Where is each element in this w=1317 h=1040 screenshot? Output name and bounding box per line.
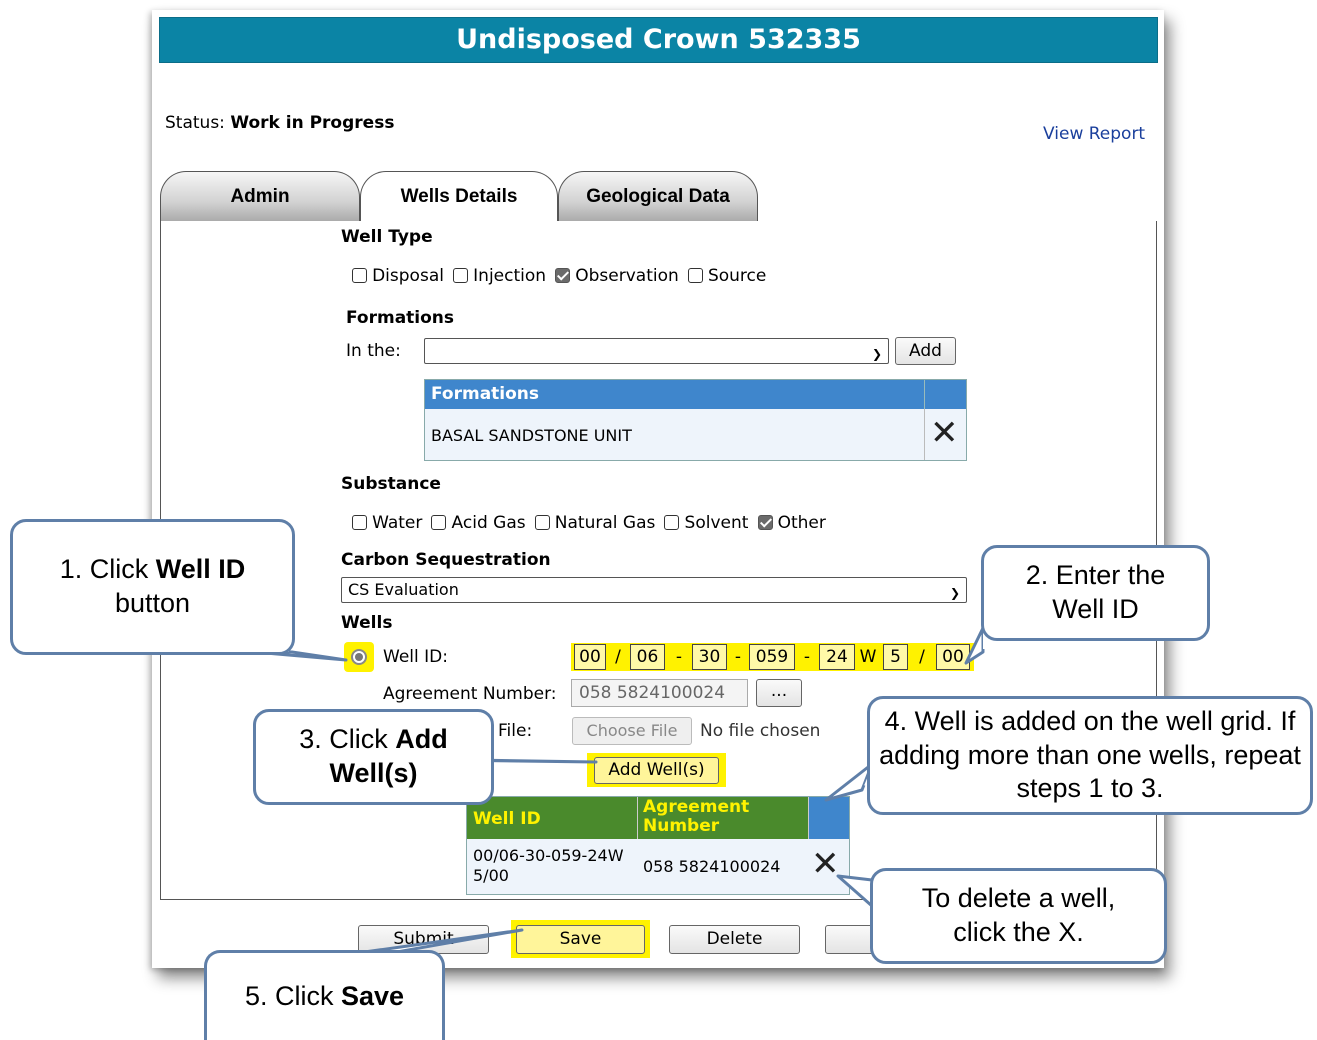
well-id-lsd[interactable]: 06: [630, 644, 665, 670]
formations-grid-header: Formations: [425, 380, 924, 409]
well-id-section[interactable]: 30: [692, 644, 727, 670]
acid-gas-checkbox[interactable]: [431, 515, 447, 530]
well-id-cell: 00/06-30-059-24W5/00: [473, 846, 624, 885]
substance-heading: Substance: [341, 474, 441, 494]
agreement-cell: 058 5824100024: [643, 857, 781, 876]
view-report-link[interactable]: View Report: [1043, 124, 1145, 144]
delete-well-icon[interactable]: ✕: [811, 847, 840, 881]
observation-checkbox[interactable]: [555, 268, 571, 283]
well-id-radio[interactable]: [351, 649, 367, 665]
well-type-heading: Well Type: [341, 227, 433, 247]
add-formation-button[interactable]: Add: [895, 337, 956, 365]
agreement-lookup-button[interactable]: ...: [756, 679, 802, 707]
in-the-label: In the:: [346, 341, 401, 361]
carbon-sequestration-value: CS Evaluation: [348, 580, 459, 599]
callout-5-text-a: 5. Click: [244, 980, 341, 1011]
callout-step-2: 2. Enter the Well ID: [981, 545, 1210, 641]
tab-wells-details[interactable]: Wells Details: [360, 171, 558, 224]
radio-dot: [355, 653, 363, 661]
formation-name: BASAL SANDSTONE UNIT: [431, 426, 632, 445]
tab-geological-data[interactable]: Geological Data: [558, 171, 758, 222]
disposal-checkbox[interactable]: [352, 268, 367, 283]
page-title: Undisposed Crown 532335: [159, 17, 1158, 63]
formations-grid: Formations BASAL SANDSTONE UNIT ✕: [424, 379, 967, 461]
table-row: 00/06-30-059-24W5/00 058 5824100024 ✕: [467, 839, 849, 894]
grid-divider: [924, 409, 925, 460]
file-label: File:: [498, 721, 533, 741]
callout-step-1: 1. Click Well ID button: [10, 519, 295, 655]
well-id-event[interactable]: 00: [936, 644, 970, 670]
callout-3-text-a: 3. Click: [299, 724, 396, 755]
formation-select[interactable]: ❯: [424, 338, 889, 364]
callout-1-text-b: Well ID: [155, 554, 246, 585]
add-wells-button[interactable]: Add Well(s): [594, 757, 719, 784]
well-id-label: Well ID:: [383, 647, 448, 667]
delete-formation-icon[interactable]: ✕: [930, 416, 959, 450]
injection-checkbox[interactable]: [453, 268, 469, 283]
well-id-sep: /: [919, 647, 925, 667]
well-id-range[interactable]: 24: [819, 644, 855, 670]
status-value: Work in Progress: [230, 113, 395, 133]
well-type-options: Disposal Injection Observation Source: [352, 266, 770, 286]
chevron-down-icon: ❯: [871, 347, 882, 361]
disposal-label: Disposal: [372, 266, 444, 286]
wells-grid-header-well-id: Well ID: [473, 809, 541, 829]
callout-step-3: 3. Click Add Well(s): [253, 709, 494, 805]
agreement-number-label: Agreement Number:: [383, 684, 557, 704]
callout-step-4: 4. Well is added on the well grid. If ad…: [867, 696, 1313, 815]
tab-admin[interactable]: Admin: [160, 171, 360, 222]
wells-grid-header-agreement: Agreement Number: [643, 797, 750, 836]
callout-1-text-c: button: [114, 588, 191, 618]
injection-label: Injection: [473, 266, 547, 286]
solvent-checkbox[interactable]: [664, 515, 680, 530]
natural-gas-checkbox[interactable]: [534, 515, 550, 530]
status-label: Status:: [165, 113, 225, 133]
callout-delete-well: To delete a well, click the X.: [870, 868, 1167, 964]
substance-options: Water Acid Gas Natural Gas Solvent Other: [352, 513, 830, 533]
no-file-text: No file chosen: [700, 721, 821, 741]
callout-step-5: 5. Click Save: [204, 950, 445, 1040]
well-id-sep: -: [803, 647, 811, 667]
wells-heading: Wells: [341, 613, 393, 633]
callout-1-text-a: 1. Click: [59, 554, 156, 585]
table-row: BASAL SANDSTONE UNIT ✕: [425, 409, 966, 460]
formations-grid-header-blank: [924, 380, 966, 409]
other-checkbox[interactable]: [757, 515, 773, 530]
source-label: Source: [707, 266, 767, 286]
formations-heading: Formations: [346, 308, 455, 328]
well-id-meridian-letter: W: [859, 647, 877, 667]
agreement-number-input[interactable]: 058 5824100024: [571, 679, 748, 707]
well-id-township[interactable]: 059: [749, 644, 795, 670]
water-label: Water: [372, 513, 423, 533]
well-id-lsd-prefix[interactable]: 00: [574, 644, 606, 670]
carbon-sequestration-select[interactable]: CS Evaluation ❯: [341, 577, 967, 603]
delete-button[interactable]: Delete: [669, 925, 800, 954]
status-row: Status: Work in Progress: [165, 113, 394, 133]
well-id-sep: -: [734, 647, 742, 667]
acid-gas-label: Acid Gas: [451, 513, 526, 533]
choose-file-button[interactable]: Choose File: [572, 717, 692, 745]
observation-label: Observation: [575, 266, 679, 286]
callout-5-text-b: Save: [340, 980, 405, 1011]
other-label: Other: [777, 513, 826, 533]
wells-grid: Well ID Agreement Number 00/06-30-059-24…: [466, 796, 850, 895]
carbon-sequestration-heading: Carbon Sequestration: [341, 550, 551, 570]
solvent-label: Solvent: [684, 513, 749, 533]
natural-gas-label: Natural Gas: [554, 513, 656, 533]
chevron-down-icon: ❯: [949, 586, 960, 600]
well-id-meridian[interactable]: 5: [883, 644, 908, 670]
well-id-sep: /: [615, 647, 621, 667]
well-id-sep: -: [675, 647, 683, 667]
save-button[interactable]: Save: [516, 925, 645, 954]
water-checkbox[interactable]: [352, 515, 367, 530]
source-checkbox[interactable]: [687, 268, 703, 283]
